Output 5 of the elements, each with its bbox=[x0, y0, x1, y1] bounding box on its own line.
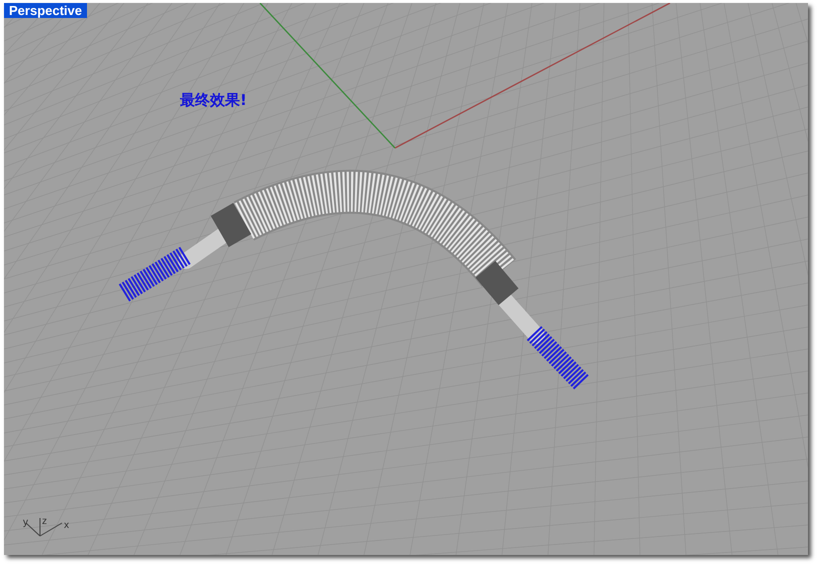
axis-label: z bbox=[42, 516, 47, 527]
annotation-text: 最终效果! bbox=[180, 91, 247, 109]
viewport-title[interactable]: Perspective bbox=[4, 3, 87, 18]
axis-label: x bbox=[64, 520, 69, 531]
axis-label: y bbox=[23, 517, 28, 528]
